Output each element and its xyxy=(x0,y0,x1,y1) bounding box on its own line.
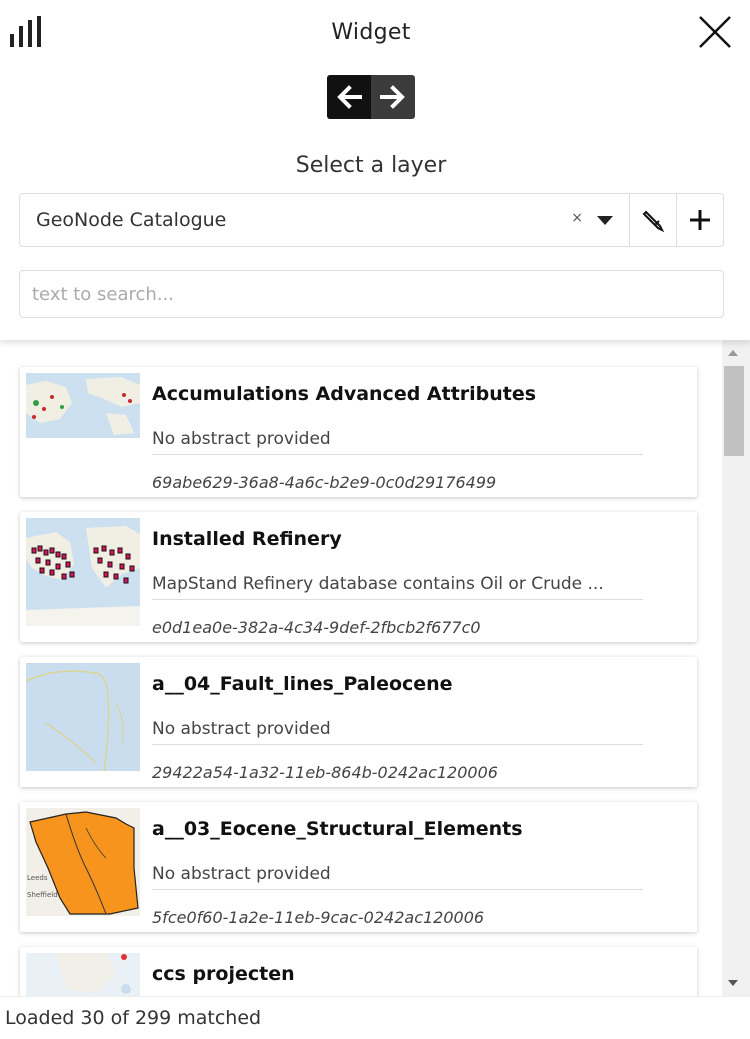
scroll-down-icon[interactable] xyxy=(728,980,738,986)
result-abstract: No abstract provided xyxy=(152,864,643,890)
select-layer-label: Select a layer xyxy=(295,153,447,178)
result-card[interactable]: Installed Refinery MapStand Refinery dat… xyxy=(20,512,697,642)
result-title: Installed Refinery xyxy=(152,528,342,550)
scroll-up-icon[interactable] xyxy=(728,350,738,356)
arrow-left-icon xyxy=(337,85,362,109)
result-card[interactable]: ccs projecten xyxy=(20,947,697,996)
result-card[interactable]: Accumulations Advanced Attributes No abs… xyxy=(20,367,697,497)
widget-header: Widget Select a layer GeoNode Catalogue … xyxy=(0,0,750,340)
layer-select-value: GeoNode Catalogue xyxy=(36,209,227,231)
back-button[interactable] xyxy=(327,75,371,119)
pencil-icon xyxy=(642,210,665,232)
results-list: Accumulations Advanced Attributes No abs… xyxy=(0,340,722,996)
result-uuid: e0d1ea0e-382a-4c34-9def-2fbcb2f677c0 xyxy=(152,618,481,637)
layer-thumbnail: Leeds Sheffield xyxy=(26,808,140,916)
result-title: Accumulations Advanced Attributes xyxy=(152,383,537,405)
layer-select-dropdown[interactable]: GeoNode Catalogue × xyxy=(20,194,629,246)
result-title: ccs projecten xyxy=(152,963,295,985)
edit-layer-button[interactable] xyxy=(629,194,676,246)
plus-icon xyxy=(690,210,710,230)
search-input[interactable] xyxy=(19,270,724,318)
result-card[interactable]: a__04_Fault_lines_Paleocene No abstract … xyxy=(20,657,697,787)
layer-thumbnail xyxy=(26,953,140,996)
forward-button[interactable] xyxy=(371,75,415,119)
add-layer-button[interactable] xyxy=(676,194,723,246)
scrollbar-thumb[interactable] xyxy=(724,366,744,456)
result-abstract: No abstract provided xyxy=(152,429,643,455)
navigation-buttons xyxy=(327,75,415,119)
result-uuid: 5fce0f60-1a2e-11eb-9cac-0242ac120006 xyxy=(152,908,485,927)
result-uuid: 69abe629-36a8-4a6c-b2e9-0c0d29176499 xyxy=(152,473,497,492)
results-scrollbar[interactable] xyxy=(722,340,750,996)
result-abstract: MapStand Refinery database contains Oil … xyxy=(152,574,643,600)
map-label: Leeds xyxy=(27,874,48,882)
widget-title: Widget xyxy=(331,20,411,45)
result-uuid: 29422a54-1a32-11eb-864b-0242ac120006 xyxy=(152,763,498,782)
close-icon[interactable] xyxy=(697,14,733,50)
results-status: Loaded 30 of 299 matched xyxy=(5,1007,262,1029)
layer-thumbnail xyxy=(26,663,140,771)
result-title: a__03_Eocene_Structural_Elements xyxy=(152,818,523,840)
caret-down-icon[interactable] xyxy=(597,216,613,225)
layer-thumbnail xyxy=(26,518,140,626)
result-abstract: No abstract provided xyxy=(152,719,643,745)
map-label: Sheffield xyxy=(27,891,58,899)
result-card[interactable]: Leeds Sheffield a__03_Eocene_Structural_… xyxy=(20,802,697,932)
clear-selection-button[interactable]: × xyxy=(571,210,583,226)
layer-select: GeoNode Catalogue × xyxy=(19,193,724,247)
arrow-right-icon xyxy=(380,85,405,109)
result-title: a__04_Fault_lines_Paleocene xyxy=(152,673,453,695)
results-status-bar: Loaded 30 of 299 matched xyxy=(0,996,750,1039)
layer-thumbnail xyxy=(26,373,140,438)
